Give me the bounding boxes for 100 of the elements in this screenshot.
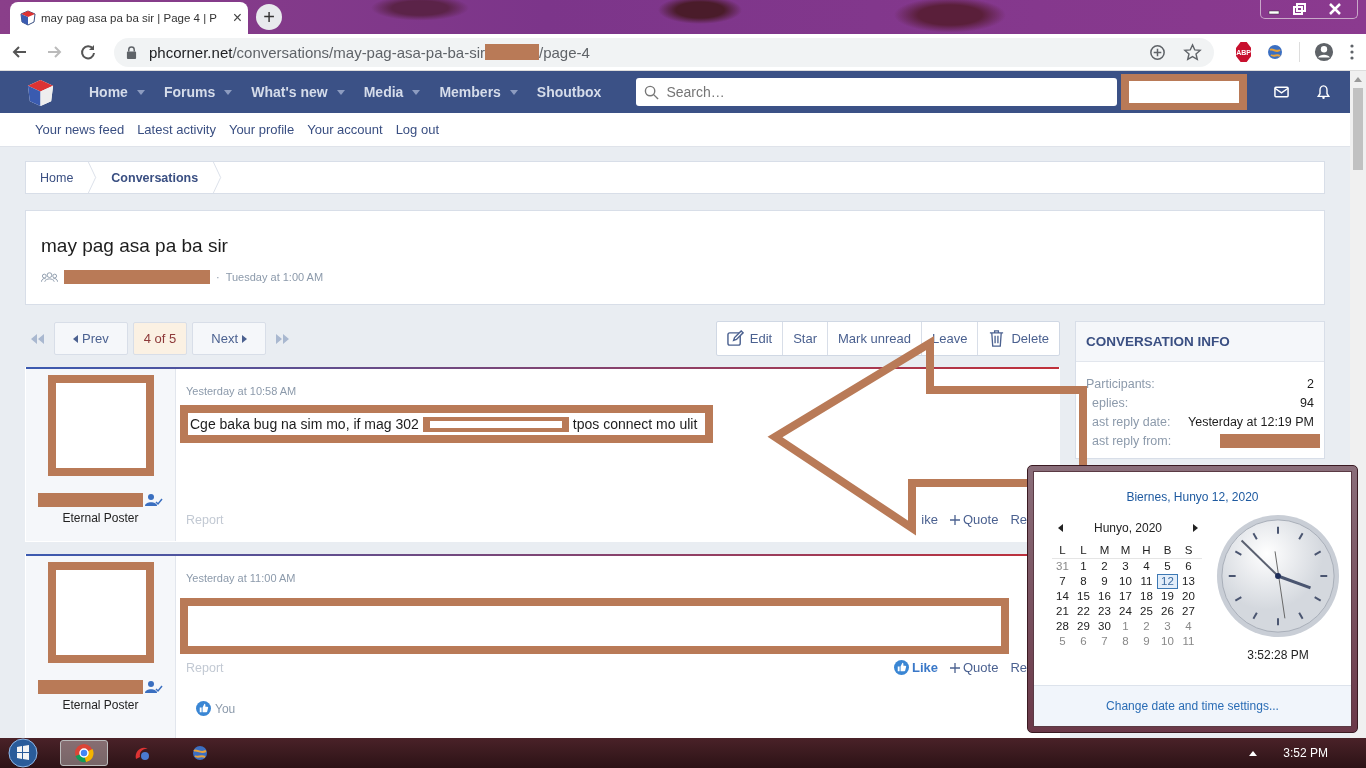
nav-link[interactable]: Home — [89, 84, 145, 100]
calendar-day[interactable]: 21 — [1052, 605, 1073, 618]
profile-icon[interactable] — [1314, 42, 1334, 62]
calendar-day[interactable]: 11 — [1178, 635, 1199, 648]
group-icon — [41, 271, 58, 283]
calendar-day[interactable]: 2 — [1136, 620, 1157, 633]
subnav-link[interactable]: Latest activity — [137, 122, 216, 137]
calendar-day[interactable]: 27 — [1178, 605, 1199, 618]
action-button[interactable]: Star — [782, 322, 827, 355]
reply-button[interactable]: Re — [1010, 660, 1027, 675]
message-text: tpos connect mo ulit — [572, 416, 698, 432]
calendar-day[interactable]: 18 — [1136, 590, 1157, 603]
calendar-day[interactable]: 24 — [1115, 605, 1136, 618]
like-button[interactable]: ike — [921, 512, 938, 527]
search-field[interactable]: Search… — [636, 78, 1118, 106]
calendar-day[interactable]: 1 — [1115, 620, 1136, 633]
message-time: Yesterday at 11:00 AM — [186, 572, 297, 584]
next-button[interactable]: Next — [192, 322, 266, 355]
calendar-day[interactable]: 20 — [1178, 590, 1199, 603]
calendar-day[interactable]: 10 — [1157, 635, 1178, 648]
user-title: Eternal Poster — [62, 698, 139, 712]
subnav-link[interactable]: Your profile — [228, 122, 295, 137]
calendar-day[interactable]: 7 — [1094, 635, 1115, 648]
start-button[interactable] — [8, 738, 38, 768]
menu-icon[interactable] — [1348, 42, 1356, 62]
prev-button[interactable]: Prev — [54, 322, 128, 355]
calendar-day[interactable]: 26 — [1157, 605, 1178, 618]
action-button[interactable]: Mark unread — [827, 322, 921, 355]
caret-icon — [242, 334, 247, 343]
calendar-day[interactable]: 31 — [1052, 560, 1073, 573]
previous-month-icon[interactable] — [1058, 524, 1063, 532]
tray-expand-icon[interactable] — [1249, 750, 1258, 756]
weekday-label: M — [1098, 543, 1111, 556]
scroll-thumb[interactable] — [1353, 88, 1363, 170]
subnav-link[interactable]: Your account — [307, 122, 383, 137]
address-bar[interactable]: phcorner.net/conversations/may-pag-asa-pa-ba-sir /page-4 — [114, 37, 1214, 67]
calendar-day[interactable]: 9 — [1094, 575, 1115, 588]
nav-link[interactable]: Forums — [163, 84, 233, 100]
caret-icon — [136, 89, 145, 95]
calendar-day[interactable]: 12 — [1157, 574, 1178, 589]
nav-link[interactable]: What's new — [251, 84, 345, 100]
action-button[interactable]: Edit — [716, 322, 783, 355]
calendar-day[interactable]: 13 — [1178, 575, 1199, 588]
close-tab-button[interactable]: × — [232, 9, 242, 27]
calendar-day[interactable]: 17 — [1115, 590, 1136, 603]
quote-button[interactable]: Quote — [949, 512, 999, 527]
like-button[interactable]: Like — [893, 660, 938, 675]
nav-link[interactable]: Media — [363, 84, 421, 100]
calendar-day[interactable]: 3 — [1157, 620, 1178, 633]
site-logo[interactable] — [26, 77, 55, 107]
calendar-day[interactable]: 4 — [1178, 620, 1199, 633]
calendar-day[interactable]: 3 — [1115, 560, 1136, 573]
date-heading[interactable]: Biernes, Hunyo 12, 2020 — [1126, 490, 1259, 504]
breadcrumb-link[interactable]: Conversations — [97, 170, 213, 185]
calendar-day[interactable]: 23 — [1094, 605, 1115, 618]
calendar-day[interactable]: 22 — [1073, 605, 1094, 618]
calendar-day[interactable]: 5 — [1157, 560, 1178, 573]
calendar-day[interactable]: 7 — [1052, 575, 1073, 588]
calendar-day[interactable]: 30 — [1094, 620, 1115, 633]
calendar-day[interactable]: 29 — [1073, 620, 1094, 633]
star-icon[interactable] — [1183, 42, 1202, 62]
breadcrumb-link[interactable]: Home — [26, 170, 88, 185]
calendar-day[interactable]: 14 — [1052, 590, 1073, 603]
calendar-day[interactable]: 28 — [1052, 620, 1073, 633]
calendar-day[interactable]: 8 — [1073, 575, 1094, 588]
calendar-day[interactable]: 19 — [1157, 590, 1178, 603]
month-title[interactable]: Hunyo, 2020 — [1093, 521, 1163, 535]
action-button[interactable]: Delete — [977, 322, 1059, 355]
weekday-label: L — [1079, 543, 1088, 556]
quote-button[interactable]: Quote — [949, 660, 999, 675]
new-tab-button[interactable]: + — [256, 4, 282, 30]
calendar-day[interactable]: 5 — [1052, 635, 1073, 648]
reply-button[interactable]: Re — [1010, 512, 1027, 527]
calendar-day[interactable]: 6 — [1073, 635, 1094, 648]
subnav-link[interactable]: Your news feed — [35, 122, 125, 137]
message-text: Cge baka bug na sim mo, if mag 302 — [190, 416, 419, 432]
add-icon[interactable] — [1148, 42, 1167, 62]
taskbar-clock[interactable]: 3:52 PM — [1283, 746, 1328, 760]
subnav-link[interactable]: Log out — [395, 122, 439, 137]
calendar-day[interactable]: 9 — [1136, 635, 1157, 648]
calendar-day[interactable]: 25 — [1136, 605, 1157, 618]
mail-icon[interactable] — [1274, 85, 1290, 99]
calendar-day[interactable]: 6 — [1178, 560, 1199, 573]
calendar-day[interactable]: 8 — [1115, 635, 1136, 648]
bell-icon[interactable] — [1316, 85, 1332, 99]
settings-link[interactable]: Change date and time settings... — [1106, 699, 1279, 713]
calendar-day[interactable]: 4 — [1136, 560, 1157, 573]
calendar-day[interactable]: 1 — [1073, 560, 1094, 573]
nav-link[interactable]: Shoutbox — [536, 84, 602, 100]
calendar-day[interactable]: 2 — [1094, 560, 1115, 573]
calendar-day[interactable]: 16 — [1094, 590, 1115, 603]
info-value: Yesterday at 12:19 PM — [1188, 414, 1314, 429]
taskbar-app[interactable] — [60, 740, 108, 766]
next-month-icon[interactable] — [1193, 524, 1198, 532]
calendar-day[interactable]: 11 — [1136, 575, 1157, 588]
browser-tab[interactable]: may pag asa pa ba sir | Page 4 | P × — [10, 2, 248, 34]
calendar-day[interactable]: 15 — [1073, 590, 1094, 603]
calendar-day[interactable]: 10 — [1115, 575, 1136, 588]
nav-link[interactable]: Members — [439, 84, 518, 100]
reload-icon[interactable] — [78, 42, 98, 62]
